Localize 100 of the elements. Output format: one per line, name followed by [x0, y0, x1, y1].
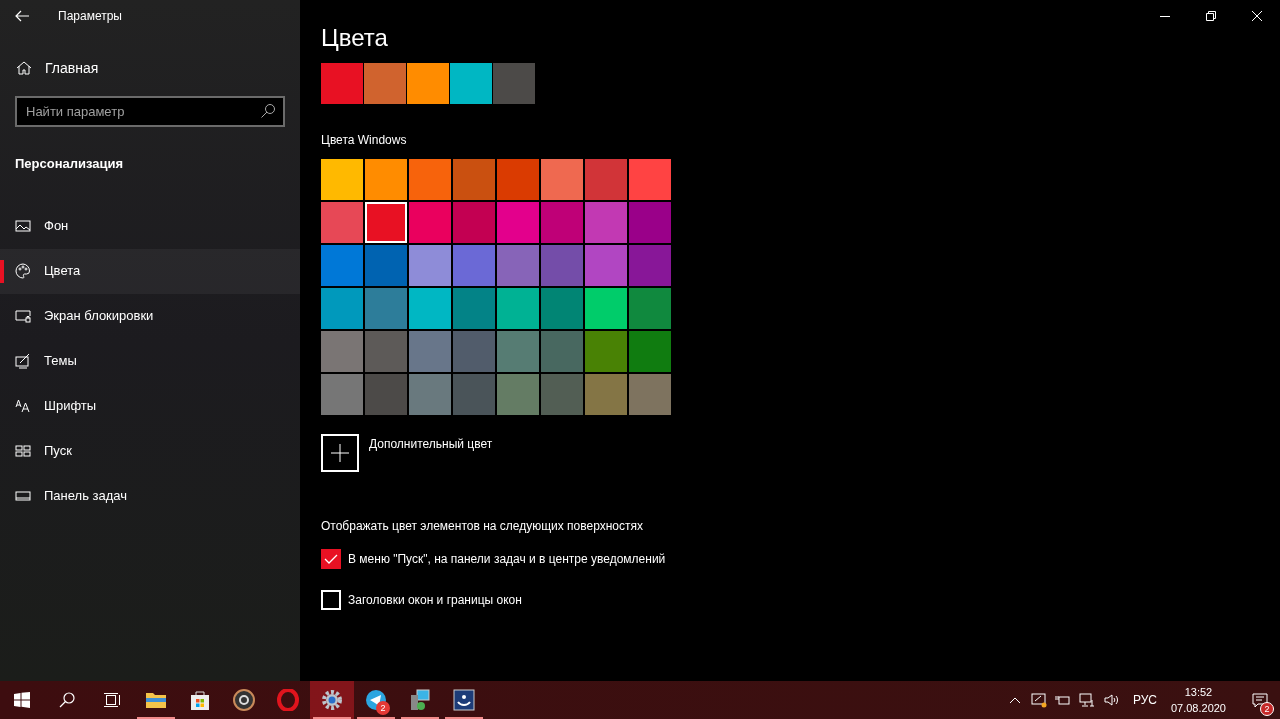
color-swatch[interactable] — [365, 288, 407, 329]
running-indicator — [313, 717, 351, 719]
color-swatch[interactable] — [585, 331, 627, 372]
color-swatch[interactable] — [453, 374, 495, 415]
clock[interactable]: 13:52 07.08.2020 — [1170, 681, 1226, 719]
color-swatch[interactable] — [541, 374, 583, 415]
color-swatch[interactable] — [365, 374, 407, 415]
palette-icon — [15, 263, 31, 279]
color-swatch[interactable] — [585, 288, 627, 329]
color-swatch[interactable] — [541, 245, 583, 286]
checkbox[interactable] — [321, 590, 341, 610]
color-swatch[interactable] — [629, 374, 671, 415]
color-swatch[interactable] — [365, 202, 407, 243]
color-swatch[interactable] — [453, 159, 495, 200]
sidebar-item[interactable]: Экран блокировки — [0, 293, 300, 339]
color-swatch[interactable] — [321, 159, 363, 200]
color-swatch[interactable] — [629, 288, 671, 329]
section-heading: Персонализация — [15, 155, 124, 173]
checkbox-option[interactable]: В меню "Пуск", на панели задач и в центре уведомлений — [321, 549, 666, 569]
add-color-label: Дополнительный цвет — [369, 436, 493, 453]
folder-icon — [145, 690, 167, 710]
color-swatch[interactable] — [453, 202, 495, 243]
sidebar-item[interactable]: Цвета — [0, 248, 300, 294]
color-swatch[interactable] — [541, 202, 583, 243]
sidebar-item[interactable]: Пуск — [0, 428, 300, 474]
color-swatch[interactable] — [409, 245, 451, 286]
color-swatch[interactable] — [365, 331, 407, 372]
unread-badge: 2 — [376, 701, 390, 715]
sidebar-item[interactable]: Панель задач — [0, 473, 300, 519]
color-swatch[interactable] — [629, 202, 671, 243]
color-swatch[interactable] — [497, 288, 539, 329]
running-indicator — [357, 717, 395, 719]
recent-color-swatch[interactable] — [407, 63, 449, 104]
color-swatch[interactable] — [365, 159, 407, 200]
color-swatch[interactable] — [629, 245, 671, 286]
back-arrow-icon — [15, 10, 29, 22]
color-swatch[interactable] — [453, 288, 495, 329]
taskbar-app-button[interactable]: 2 — [354, 681, 398, 719]
color-swatch[interactable] — [585, 374, 627, 415]
color-swatch[interactable] — [497, 202, 539, 243]
color-swatch[interactable] — [497, 331, 539, 372]
section-label: Отображать цвет элементов на следующих поверхностях — [321, 518, 644, 535]
section-label: Цвета Windows — [321, 132, 407, 149]
sidebar-item[interactable]: Фон — [0, 203, 300, 249]
color-swatch[interactable] — [321, 202, 363, 243]
color-swatch[interactable] — [409, 331, 451, 372]
app-icon — [453, 689, 475, 711]
color-swatch[interactable] — [541, 331, 583, 372]
color-swatch[interactable] — [585, 159, 627, 200]
recent-color-swatch[interactable] — [364, 63, 406, 104]
color-swatch[interactable] — [497, 374, 539, 415]
color-swatch[interactable] — [321, 245, 363, 286]
picture-icon — [15, 218, 31, 234]
recent-color-swatch[interactable] — [493, 63, 535, 104]
search-icon — [260, 103, 276, 119]
themes-icon — [15, 353, 31, 369]
color-swatch[interactable] — [409, 159, 451, 200]
checkbox-option[interactable]: Заголовки окон и границы окон — [321, 590, 522, 610]
color-swatch[interactable] — [321, 331, 363, 372]
color-swatch[interactable] — [453, 245, 495, 286]
disc-icon — [233, 689, 255, 711]
running-indicator — [137, 717, 175, 719]
shopping-bag-icon — [189, 689, 211, 711]
language-indicator[interactable]: РУС — [1128, 681, 1161, 719]
o-ring-icon — [277, 689, 299, 711]
color-swatch[interactable] — [409, 288, 451, 329]
home-link[interactable]: Главная — [0, 52, 300, 84]
windows-logo-icon — [14, 692, 30, 708]
add-color-button[interactable] — [321, 434, 359, 472]
color-swatch[interactable] — [629, 159, 671, 200]
color-swatch[interactable] — [541, 159, 583, 200]
color-swatch[interactable] — [585, 245, 627, 286]
lock-screen-icon — [15, 308, 31, 324]
color-swatch[interactable] — [365, 245, 407, 286]
color-swatch[interactable] — [585, 202, 627, 243]
color-swatch[interactable] — [409, 374, 451, 415]
color-swatch[interactable] — [629, 331, 671, 372]
color-swatch[interactable] — [321, 288, 363, 329]
color-swatch[interactable] — [453, 331, 495, 372]
recent-color-swatch[interactable] — [450, 63, 492, 104]
running-indicator — [401, 717, 439, 719]
search-field[interactable]: Найти параметр — [15, 96, 285, 127]
task-view-icon — [103, 692, 121, 708]
color-swatch[interactable] — [497, 159, 539, 200]
message-icon — [1252, 692, 1268, 708]
color-swatch[interactable] — [321, 374, 363, 415]
color-swatch[interactable] — [409, 202, 451, 243]
checkmark-icon — [324, 553, 338, 565]
color-swatch[interactable] — [497, 245, 539, 286]
page-title: Цвета — [321, 23, 388, 53]
recent-color-swatch[interactable] — [321, 63, 363, 104]
home-icon — [16, 60, 32, 76]
checkbox[interactable] — [321, 549, 341, 569]
notification-center-button[interactable]: 2 — [1240, 681, 1280, 719]
start-icon — [15, 443, 31, 459]
color-swatch[interactable] — [541, 288, 583, 329]
running-indicator — [445, 717, 483, 719]
gear-icon — [321, 689, 343, 711]
sidebar-item[interactable]: Темы — [0, 338, 300, 384]
sidebar-item[interactable]: Шрифты — [0, 383, 300, 429]
